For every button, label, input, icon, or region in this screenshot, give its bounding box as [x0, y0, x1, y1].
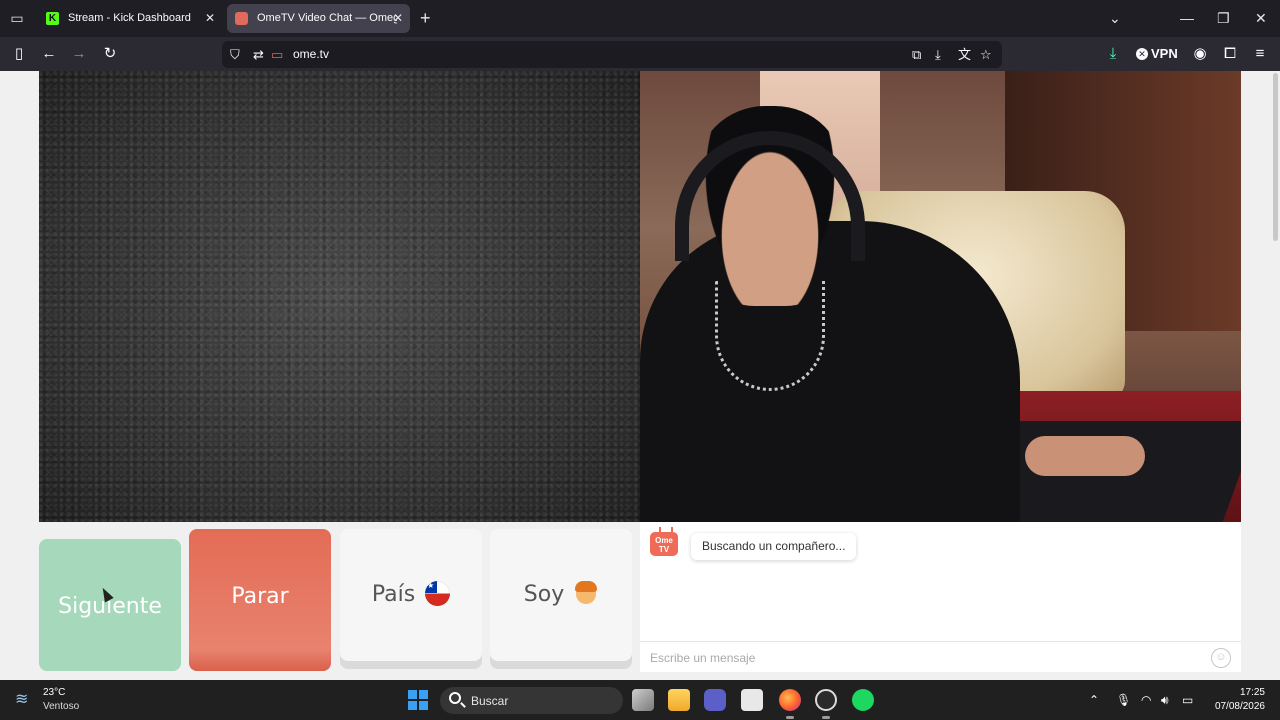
tab-kick-dashboard[interactable]: K Stream - Kick Dashboard ✕: [38, 4, 222, 33]
forward-icon[interactable]: →: [69, 44, 89, 64]
navigation-toolbar: ▯ ← → ↻ ⛉ ⇄ ▭ ome.tv ⧉ ⤓ 文 ☆ ⤓ ✕ VPN ◉ ⧠ …: [0, 37, 1280, 71]
country-label: País: [371, 582, 416, 607]
next-button[interactable]: Siguiente: [39, 539, 181, 671]
status-message: Buscando un compañero...: [691, 533, 857, 560]
store-icon[interactable]: [741, 689, 763, 711]
partner-video-static: [39, 71, 640, 522]
bookmark-star-icon[interactable]: ☆: [980, 45, 992, 64]
permissions-icon[interactable]: ⇄: [253, 45, 264, 64]
chat-panel: Ome TV Buscando un compañero... ☺: [640, 522, 1241, 672]
gender-button[interactable]: Soy: [490, 529, 632, 661]
gender-label: Soy: [523, 582, 565, 607]
account-icon[interactable]: ◉: [1190, 44, 1210, 64]
search-label: Buscar: [471, 694, 509, 708]
taskbar-search[interactable]: Buscar: [440, 687, 623, 714]
start-icon[interactable]: [408, 690, 428, 710]
tray-overflow-icon[interactable]: ⌃: [1089, 692, 1099, 708]
emoji-icon[interactable]: ☺: [1211, 648, 1231, 668]
tab-title: OmeTV Video Chat — Omegle Alternative: [257, 12, 397, 24]
clock-time[interactable]: 17:25: [1238, 687, 1265, 699]
new-tab-icon[interactable]: +: [420, 8, 431, 28]
stop-button[interactable]: Parar: [189, 529, 331, 671]
firefox-icon[interactable]: [779, 689, 801, 711]
obs-active-indicator: [822, 716, 830, 719]
obs-icon[interactable]: [815, 689, 837, 711]
picture-in-picture-icon[interactable]: ⧉: [912, 45, 921, 64]
back-icon[interactable]: ←: [39, 44, 59, 64]
ometv-icon: [235, 12, 248, 25]
tab-title: Stream - Kick Dashboard: [68, 12, 191, 24]
self-camera-video: [640, 71, 1241, 522]
search-icon: [449, 692, 461, 704]
close-window-icon[interactable]: ✕: [1255, 9, 1267, 27]
spotify-icon[interactable]: [852, 689, 874, 711]
shield-icon[interactable]: ⛉: [230, 45, 240, 64]
vpn-button[interactable]: ✕ VPN: [1136, 45, 1178, 63]
clock-date[interactable]: 07/08/2026: [1211, 701, 1265, 713]
teams-icon[interactable]: [704, 689, 726, 711]
wifi-icon[interactable]: ◠: [1141, 692, 1151, 708]
battery-icon[interactable]: ▭: [1182, 692, 1193, 708]
wind-icon[interactable]: ≋: [15, 690, 37, 710]
camera-in-use-icon[interactable]: ▭: [271, 45, 283, 64]
close-tab-icon[interactable]: ✕: [205, 4, 215, 33]
microphone-icon[interactable]: 🎙︎: [1116, 692, 1131, 708]
weather-temperature[interactable]: 23°C: [43, 687, 65, 699]
downloads-icon[interactable]: ⤓: [1103, 44, 1123, 64]
volume-icon[interactable]: 🔊︎: [1161, 692, 1169, 708]
file-explorer-icon[interactable]: [668, 689, 690, 711]
firefox-active-indicator: [786, 716, 794, 719]
task-view-icon[interactable]: [632, 689, 654, 711]
person-icon: [574, 581, 598, 606]
ometv-logo: Ome TV: [650, 532, 678, 556]
url-bar[interactable]: ⛉ ⇄ ▭ ome.tv ⧉ ⤓ 文 ☆: [222, 41, 1002, 68]
minimize-icon[interactable]: —: [1180, 9, 1194, 27]
list-all-tabs-icon[interactable]: ▭: [8, 9, 26, 27]
weather-description[interactable]: Ventoso: [43, 701, 79, 713]
menu-icon[interactable]: ≡: [1250, 44, 1270, 64]
chile-flag-icon: [425, 581, 451, 606]
tab-ometv[interactable]: OmeTV Video Chat — Omegle Alternative ✕: [227, 4, 410, 33]
country-button[interactable]: País: [340, 529, 482, 661]
sidebar-toggle-icon[interactable]: ▯: [9, 44, 29, 64]
reload-icon[interactable]: ↻: [100, 44, 120, 64]
vpn-label: VPN: [1151, 46, 1178, 61]
tab-list-chevron-icon[interactable]: ⌄: [1109, 9, 1121, 27]
save-to-pocket-icon[interactable]: ⤓: [935, 45, 941, 64]
ometv-page: Siguiente Parar País Soy Ome TV Buscando…: [0, 71, 1280, 680]
page-scrollbar[interactable]: [1273, 73, 1278, 241]
browser-tab-bar: ▭ K Stream - Kick Dashboard ✕ OmeTV Vide…: [0, 0, 1280, 37]
restore-icon[interactable]: ❐: [1217, 9, 1230, 27]
extensions-icon[interactable]: ⧠: [1220, 44, 1240, 64]
windows-taskbar: ≋ 23°C Ventoso Buscar ⌃ 🎙︎ ◠ 🔊︎ ▭ 17:25 …: [0, 680, 1280, 720]
message-input[interactable]: [650, 647, 1200, 669]
kick-icon: K: [46, 12, 59, 25]
url-text[interactable]: ome.tv: [293, 46, 329, 63]
translate-icon[interactable]: 文: [958, 45, 971, 64]
vpn-off-icon: ✕: [1136, 48, 1148, 60]
close-tab-icon[interactable]: ✕: [393, 4, 403, 33]
divider: [640, 641, 1241, 642]
